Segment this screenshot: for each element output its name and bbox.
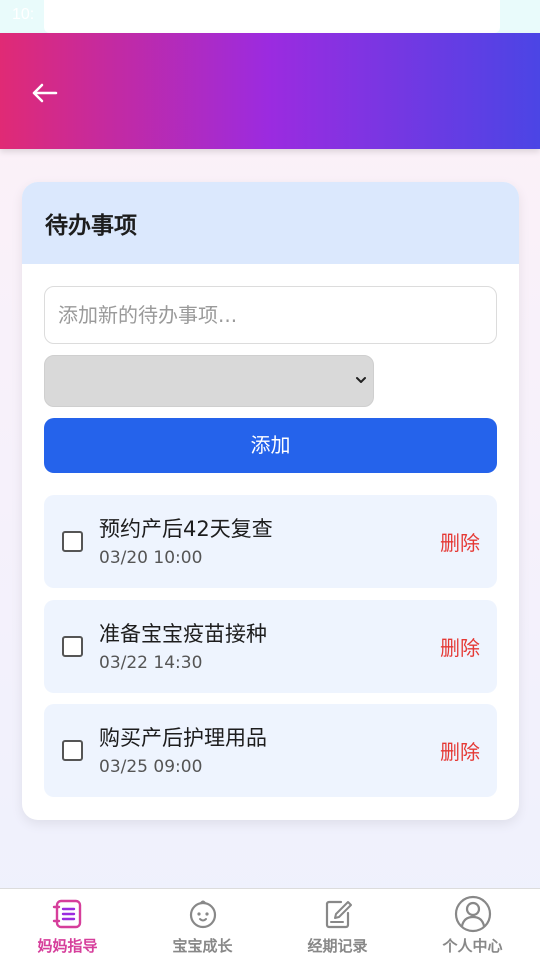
- todo-card-header: 待办事项: [22, 182, 519, 264]
- todo-card: 待办事项 添加 预约产后42天复查 03/20 10:00 删除 准备宝宝疫苗接…: [22, 182, 519, 820]
- baby-face-icon: [189, 900, 216, 929]
- bottom-tab-bar: 妈妈指导 宝宝成长 经期记录 个人中心: [0, 888, 540, 960]
- delete-button[interactable]: 删除: [440, 527, 480, 556]
- tab-label: 宝宝成长: [172, 937, 233, 955]
- todo-input[interactable]: [44, 286, 497, 344]
- todo-time: 03/20 10:00: [99, 548, 203, 568]
- chevron-down-icon: [356, 377, 366, 383]
- todo-time: 03/25 09:00: [99, 757, 203, 777]
- tab-label: 妈妈指导: [37, 937, 98, 955]
- user-icon: [454, 895, 491, 933]
- app-header: [0, 33, 540, 149]
- status-bar: 10:: [0, 0, 540, 33]
- todo-checkbox[interactable]: [62, 636, 83, 657]
- tab-label: 个人中心: [442, 937, 503, 955]
- delete-button[interactable]: 删除: [440, 632, 480, 661]
- tab-period-record[interactable]: 经期记录: [270, 889, 405, 960]
- status-overlay: [44, 0, 500, 33]
- todo-checkbox[interactable]: [62, 740, 83, 761]
- todo-text: 准备宝宝疫苗接种: [99, 622, 267, 646]
- todo-title: 待办事项: [45, 213, 137, 239]
- todo-checkbox[interactable]: [62, 531, 83, 552]
- todo-item: 预约产后42天复查 03/20 10:00 删除: [44, 495, 497, 588]
- status-time: 10:: [12, 6, 35, 23]
- tab-baby-growth[interactable]: 宝宝成长: [135, 889, 270, 960]
- tab-profile[interactable]: 个人中心: [405, 889, 540, 960]
- tab-mom-guide[interactable]: 妈妈指导: [0, 889, 135, 960]
- back-button[interactable]: [28, 73, 68, 113]
- todo-text: 预约产后42天复查: [99, 517, 273, 541]
- todo-item: 准备宝宝疫苗接种 03/22 14:30 删除: [44, 600, 497, 693]
- todo-text: 购买产后护理用品: [99, 726, 267, 750]
- arrow-left-icon: [32, 83, 58, 103]
- category-select[interactable]: [44, 355, 374, 407]
- edit-note-icon: [325, 900, 352, 929]
- tab-label: 经期记录: [307, 937, 368, 955]
- todo-time: 03/22 14:30: [99, 653, 203, 673]
- delete-button[interactable]: 删除: [440, 736, 480, 765]
- todo-item: 购买产后护理用品 03/25 09:00 删除: [44, 704, 497, 797]
- guide-icon: [52, 899, 81, 929]
- add-button[interactable]: 添加: [44, 418, 497, 473]
